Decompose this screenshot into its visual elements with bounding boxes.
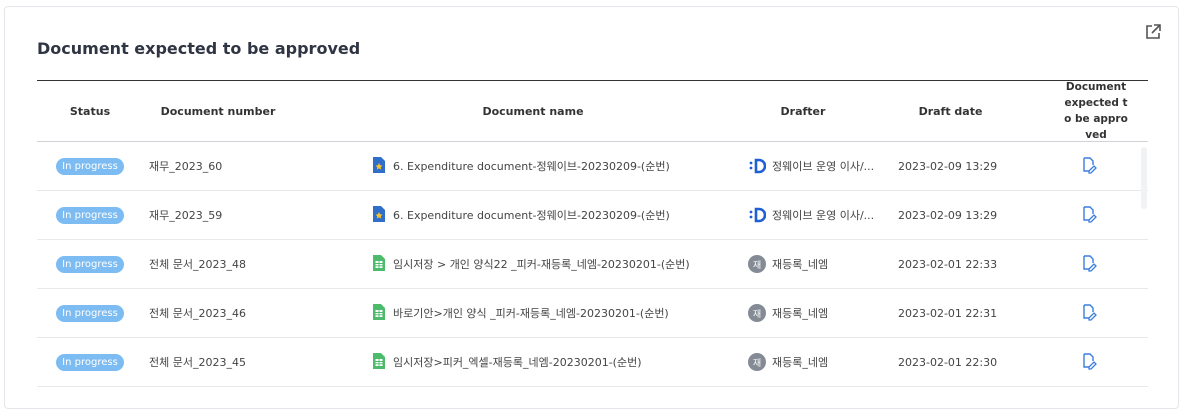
approve-document-icon[interactable] [1079,205,1097,223]
approval-table: Status Document number Document name Dra… [37,80,1148,387]
table-row[interactable]: In progress 전체 문서_2023_48 임시저장 > 개인 양식22… [37,240,1148,289]
header-date: Draft date [918,104,983,118]
header-name: Document name [482,104,584,118]
table-body: In progress 재무_2023_60 6. Expenditure do… [37,142,1148,387]
draft-date: 2023-02-09 13:29 [898,208,998,222]
table-row[interactable]: In progress 전체 문서_2023_46 바로기안>개인 양식 _피커… [37,289,1148,338]
scrollbar[interactable] [1141,147,1147,209]
status-badge: In progress [56,255,124,273]
draft-date: 2023-02-01 22:33 [898,257,998,271]
drafter-name: 재등록_네엠 [772,307,829,320]
avatar: 재 [748,353,766,371]
draft-date: 2023-02-01 22:31 [898,306,998,320]
starred-doc-icon [373,205,385,225]
table-row[interactable]: In progress 전체 문서_2023_45 임시저장>피커_엑셀-재등록… [37,338,1148,387]
table-row[interactable]: In progress 재무_2023_60 6. Expenditure do… [37,142,1148,191]
drafter-name: 정웨이브 운영 이사/... [772,209,875,222]
approve-document-icon[interactable] [1079,303,1097,321]
sheet-doc-icon [373,254,385,274]
approve-document-icon[interactable] [1079,156,1097,174]
table-header: Status Document number Document name Dra… [37,80,1148,142]
drafter-name: 정웨이브 운영 이사/... [772,160,875,173]
document-number: 전체 문서_2023_48 [149,258,246,271]
sheet-doc-icon [373,352,385,372]
header-approve: Document expected to be approved [1064,81,1128,141]
header-drafter: Drafter [780,104,826,118]
document-name[interactable]: 임시저장>피커_엑셀-재등록_네엠-20230201-(순번) [393,354,642,370]
approve-document-icon[interactable] [1079,352,1097,370]
drafter-name: 재등록_네엠 [772,258,829,271]
document-number: 재무_2023_59 [149,209,223,222]
approval-panel: Document expected to be approved Status … [4,6,1179,409]
document-number: 전체 문서_2023_45 [149,356,246,369]
draft-date: 2023-02-09 13:29 [898,159,998,173]
document-number: 재무_2023_60 [149,160,223,173]
draft-date: 2023-02-01 22:30 [898,355,998,369]
starred-doc-icon [373,156,385,176]
document-name[interactable]: 6. Expenditure document-정웨이브-20230209-(순… [393,158,670,174]
external-link-icon[interactable] [1144,23,1162,41]
company-logo-avatar [748,157,767,175]
status-badge: In progress [56,157,124,175]
status-badge: In progress [56,353,124,371]
sheet-doc-icon [373,303,385,323]
header-number: Document number [160,104,276,118]
status-badge: In progress [56,206,124,224]
table-row[interactable]: In progress 재무_2023_59 6. Expenditure do… [37,191,1148,240]
document-name[interactable]: 임시저장 > 개인 양식22 _피커-재등록_네엠-20230201-(순번) [393,256,690,272]
document-number: 전체 문서_2023_46 [149,307,246,320]
document-name[interactable]: 6. Expenditure document-정웨이브-20230209-(순… [393,207,670,223]
drafter-name: 재등록_네엠 [772,356,829,369]
panel-title: Document expected to be approved [37,39,361,58]
company-logo-avatar [748,206,767,224]
status-badge: In progress [56,304,124,322]
avatar: 재 [748,304,766,322]
document-name[interactable]: 바로기안>개인 양식 _피커-재등록_네엠-20230201-(순번) [393,305,669,321]
header-status: Status [69,104,111,118]
avatar: 재 [748,255,766,273]
approve-document-icon[interactable] [1079,254,1097,272]
